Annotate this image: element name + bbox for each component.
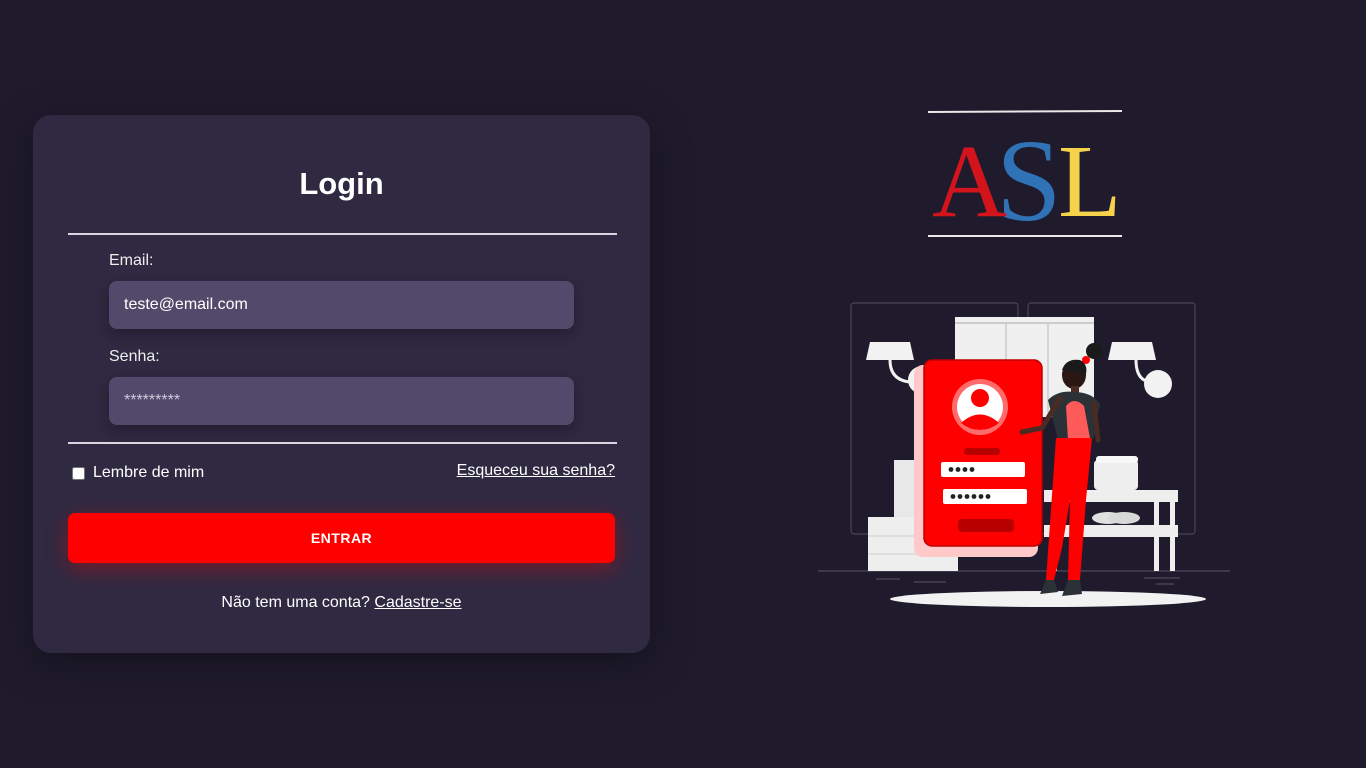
remember-label: Lembre de mim — [93, 464, 205, 481]
lamp-left — [866, 342, 914, 360]
password-input[interactable] — [109, 377, 574, 425]
logo-letter-l: L — [1058, 124, 1122, 239]
signup-prompt: Não tem uma conta? — [221, 594, 370, 611]
floor-shadow — [890, 591, 1206, 607]
mobile-login-illustration — [818, 302, 1230, 607]
email-label: Email: — [109, 252, 154, 269]
person-overalls — [1046, 438, 1092, 580]
phone-field-2 — [943, 489, 1027, 504]
password-label: Senha: — [109, 348, 160, 365]
logo-letter-a: A — [932, 124, 1007, 239]
signup-link[interactable]: Cadastre-se — [374, 594, 461, 611]
asl-logo: L S A — [927, 110, 1123, 240]
email-input[interactable] — [109, 281, 574, 329]
logo-top-rule — [927, 110, 1123, 113]
form-divider — [68, 442, 617, 444]
avatar-icon — [971, 389, 989, 407]
login-card: Login Email: Senha: Lembre de mim Esquec… — [33, 115, 650, 653]
signup-row: Não tem uma conta? Cadastre-se — [33, 594, 650, 612]
person-hair-bun — [1086, 343, 1102, 359]
forgot-password-link[interactable]: Esqueceu sua senha? — [457, 462, 615, 480]
phone-field-1 — [941, 462, 1025, 477]
lamp-right — [1108, 342, 1156, 360]
title-divider — [68, 233, 617, 235]
login-title: Login — [299, 166, 384, 201]
remember-me: Lembre de mim — [72, 464, 204, 482]
login-button[interactable]: ENTRAR — [68, 513, 615, 563]
remember-checkbox[interactable] — [72, 466, 85, 480]
